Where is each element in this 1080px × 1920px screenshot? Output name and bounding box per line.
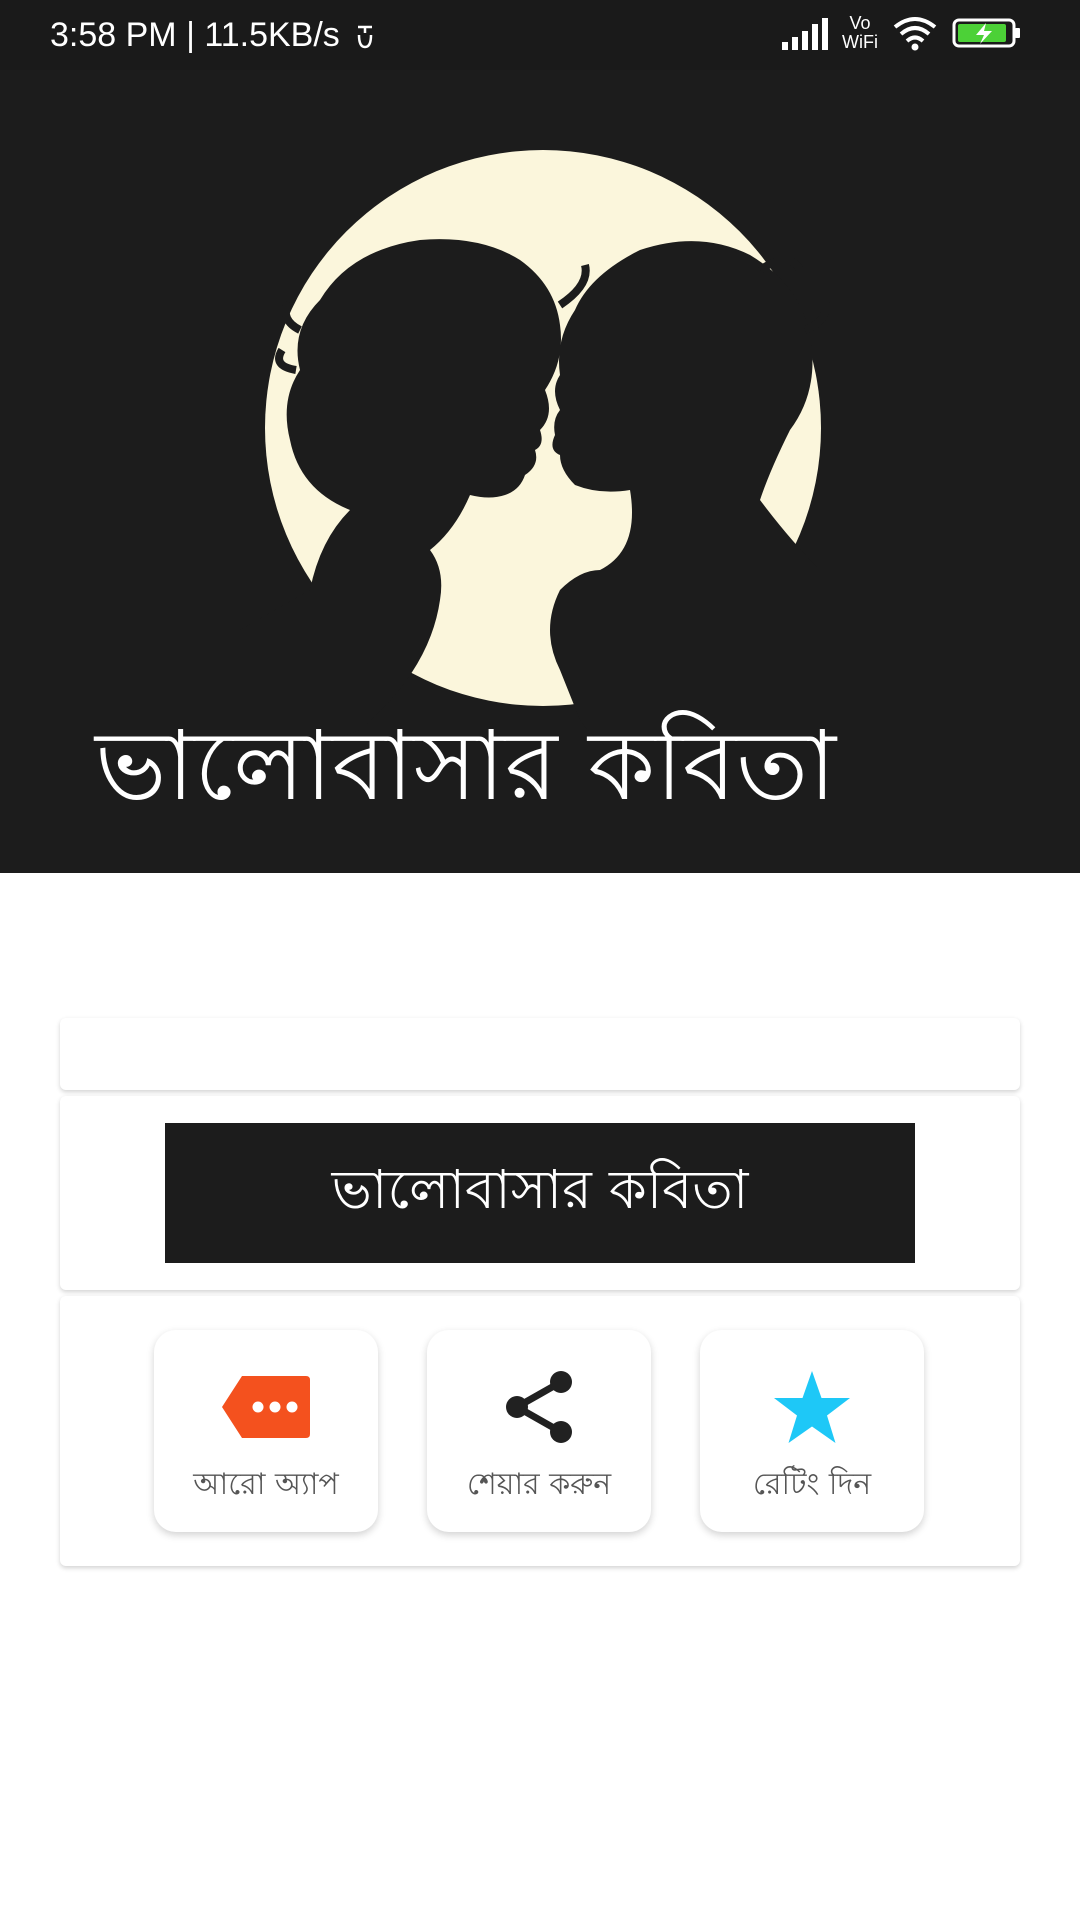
status-time-speed: 3:58 PM | 11.5KB/s: [50, 16, 340, 54]
open-poems-button[interactable]: ভালোবাসার কবিতা: [165, 1123, 915, 1263]
share-button[interactable]: শেয়ার করুন: [427, 1330, 651, 1532]
more-apps-label: আরো অ্যাপ: [193, 1467, 339, 1502]
rate-button[interactable]: রেটিং দিন: [700, 1330, 924, 1532]
banner-title: ভালোবাসার কবিতা: [95, 710, 837, 822]
share-label: শেয়ার করুন: [466, 1467, 612, 1502]
battery-charging-icon: [952, 18, 1020, 48]
actions-card: আরো অ্যাপ শেয়ার করুন রেটিং দিন: [60, 1296, 1020, 1566]
status-bar: 3:58 PM | 11.5KB/s Vo WiFi: [0, 0, 1080, 70]
vowifi-line2: WiFi: [842, 32, 878, 52]
more-tag-icon: [154, 1368, 378, 1446]
star-icon: [700, 1368, 924, 1446]
notification-icon: [357, 25, 373, 48]
signal-icon: [782, 18, 829, 50]
vowifi-indicator: Vo WiFi: [842, 14, 878, 52]
header-banner: ভালোবাসার কবিতা: [0, 70, 1080, 873]
vowifi-line1: Vo: [849, 13, 871, 33]
title-card: ভালোবাসার কবিতা: [60, 1096, 1020, 1290]
wifi-icon: [893, 17, 937, 51]
rate-label: রেটিং দিন: [752, 1467, 872, 1502]
share-icon: [427, 1368, 651, 1446]
status-left: 3:58 PM | 11.5KB/s: [50, 16, 376, 55]
more-apps-button[interactable]: আরো অ্যাপ: [154, 1330, 378, 1532]
empty-card: [60, 1018, 1020, 1090]
status-right: Vo WiFi: [782, 14, 1022, 52]
